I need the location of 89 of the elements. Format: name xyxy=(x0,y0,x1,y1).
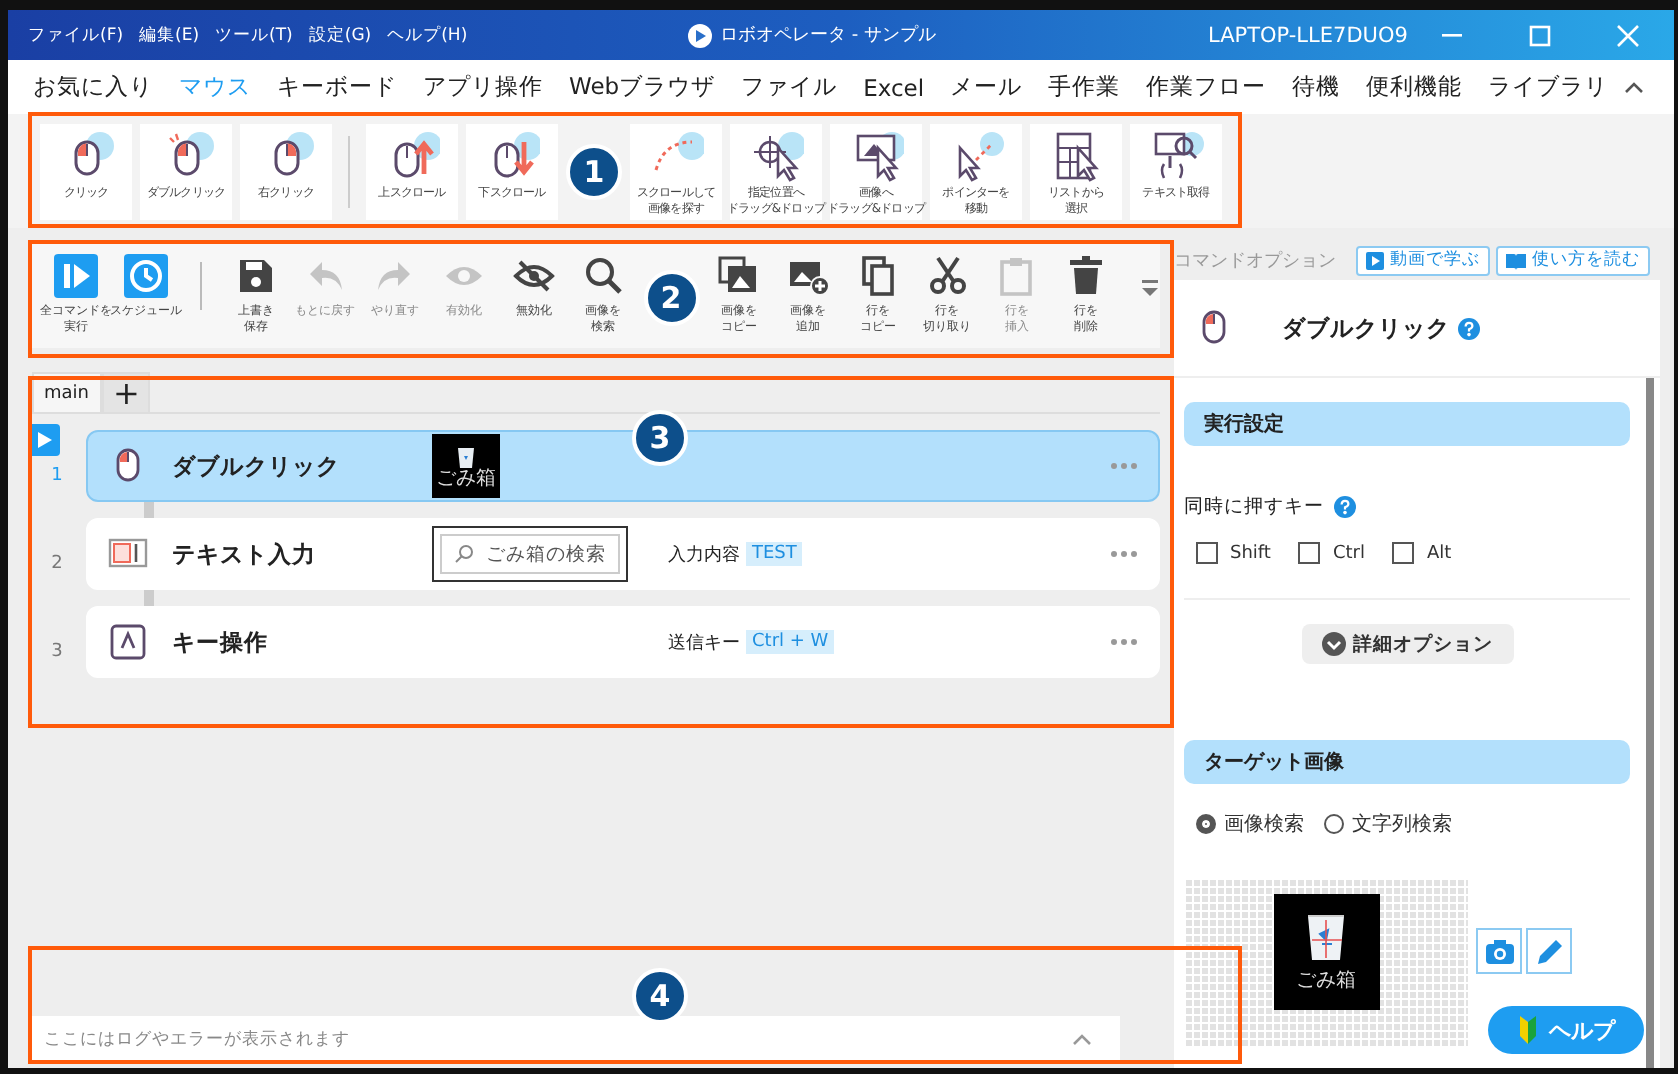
capture-button[interactable] xyxy=(1476,928,1522,974)
callout-number: 4 xyxy=(632,968,688,1024)
callout-number: 2 xyxy=(643,270,699,326)
recycle-bin-icon xyxy=(454,443,478,467)
book-icon xyxy=(1506,251,1526,269)
checkbox[interactable] xyxy=(1298,542,1321,564)
radio-button[interactable] xyxy=(1196,814,1216,834)
chevron-up-icon xyxy=(1623,81,1644,93)
help-link-button[interactable]: 使い方を読む xyxy=(1496,245,1650,275)
recycle-bin-icon xyxy=(1302,910,1350,962)
window-title: ロボオペレータ - サンプル xyxy=(720,22,936,48)
command-name: ダブルクリック xyxy=(1282,313,1450,343)
menu-item[interactable]: 編集(E) xyxy=(139,23,200,47)
ribbon-tab[interactable]: メール xyxy=(937,65,1036,109)
chevron-up-icon xyxy=(1072,1034,1092,1046)
app-logo-icon xyxy=(688,23,712,47)
image-caption: ごみ箱 xyxy=(436,467,496,489)
menu-item[interactable]: ファイル(F) xyxy=(28,23,124,47)
beginner-mark-icon xyxy=(1517,1016,1537,1044)
more-icon xyxy=(1110,638,1138,646)
field-label: 同時に押すキー xyxy=(1184,494,1324,520)
radio-label: 文字列検索 xyxy=(1352,811,1452,838)
parameter-label: 送信キー xyxy=(668,631,740,655)
ribbon-tab[interactable]: ライブラリ xyxy=(1475,65,1622,109)
section-title: ターゲット画像 xyxy=(1204,749,1344,776)
line-number: 2 xyxy=(51,552,63,574)
scissors-icon xyxy=(925,254,970,298)
command-row[interactable]: テキスト入力 ごみ箱の検索 入力内容 TEST xyxy=(86,518,1160,590)
key-cap-icon xyxy=(108,622,148,662)
command-title: ダブルクリック xyxy=(172,451,342,481)
ribbon-tab[interactable]: 手作業 xyxy=(1035,65,1134,109)
crosshair-cursor-icon xyxy=(748,129,804,181)
minimize-icon xyxy=(1442,33,1462,37)
panel-title: コマンドオプション xyxy=(1174,248,1338,273)
checkbox[interactable] xyxy=(1196,542,1218,564)
parameter-label: 入力内容 xyxy=(668,543,740,567)
image-icon xyxy=(716,254,761,298)
ribbon-tab[interactable]: Webブラウザ xyxy=(556,65,729,109)
ribbon-tab[interactable]: キーボード xyxy=(264,65,410,109)
search-icon xyxy=(581,254,626,298)
callout-number: 1 xyxy=(566,143,622,199)
ribbon-tab[interactable]: ファイル xyxy=(728,65,851,109)
radio-label: 画像検索 xyxy=(1224,811,1304,838)
scrollbar[interactable] xyxy=(1646,378,1654,1068)
machine-name: LAPTOP-LLE7DUO9 xyxy=(1208,23,1408,47)
chevron-down-circle-icon xyxy=(1321,632,1345,656)
placeholder-text: ごみ箱の検索 xyxy=(486,541,606,567)
menu-item[interactable]: ツール(T) xyxy=(215,23,293,47)
checkbox-label: Alt xyxy=(1426,543,1452,563)
section-title: 実行設定 xyxy=(1204,410,1284,438)
camera-icon xyxy=(1485,939,1513,963)
command-title: テキスト入力 xyxy=(172,539,318,569)
edit-button[interactable] xyxy=(1526,928,1572,974)
parameter-value: Ctrl + W xyxy=(746,630,835,654)
ribbon-tab[interactable]: 作業フロー xyxy=(1133,65,1280,109)
parameter-value: TEST xyxy=(746,542,803,566)
command-title: キー操作 xyxy=(172,627,270,657)
search-icon xyxy=(454,544,474,564)
help-icon xyxy=(1458,317,1480,339)
close-icon xyxy=(1616,23,1640,47)
menu-item[interactable]: 設定(G) xyxy=(308,23,372,47)
line-number: 1 xyxy=(51,464,63,486)
radio-button[interactable] xyxy=(1324,814,1344,834)
advanced-options-button[interactable]: 詳細オプション xyxy=(1301,624,1513,664)
checkbox[interactable] xyxy=(1392,542,1415,564)
maximize-icon xyxy=(1528,23,1552,47)
flow-tab[interactable]: main xyxy=(32,372,101,412)
ribbon-tab[interactable]: お気に入り xyxy=(20,65,166,109)
ribbon-tab[interactable]: 待機 xyxy=(1279,65,1354,109)
more-icon xyxy=(1110,550,1138,558)
image-caption: ごみ箱 xyxy=(1296,968,1356,994)
video-icon xyxy=(1366,251,1384,269)
play-icon xyxy=(54,254,98,298)
ribbon-tab[interactable]: Excel xyxy=(850,65,938,109)
help-link-button[interactable]: 動画で学ぶ xyxy=(1356,245,1490,275)
ribbon-tab[interactable]: 便利機能 xyxy=(1353,65,1476,109)
checkbox-label: Shift xyxy=(1230,543,1271,563)
log-message: ここにはログやエラーが表示されます xyxy=(44,1028,350,1052)
more-icon xyxy=(1110,462,1138,470)
checkbox-label: Ctrl xyxy=(1332,543,1365,563)
overflow-icon xyxy=(1140,278,1160,298)
command-row[interactable]: キー操作 送信キー Ctrl + W xyxy=(86,606,1160,678)
line-number: 3 xyxy=(51,640,63,662)
ribbon-tab[interactable]: アプリ操作 xyxy=(410,65,556,109)
help-icon xyxy=(1334,496,1356,518)
clock-icon xyxy=(124,254,168,298)
menu-item[interactable]: ヘルプ(H) xyxy=(387,23,468,47)
pencil-icon xyxy=(1535,937,1563,965)
overflow-button[interactable] xyxy=(1140,278,1160,298)
